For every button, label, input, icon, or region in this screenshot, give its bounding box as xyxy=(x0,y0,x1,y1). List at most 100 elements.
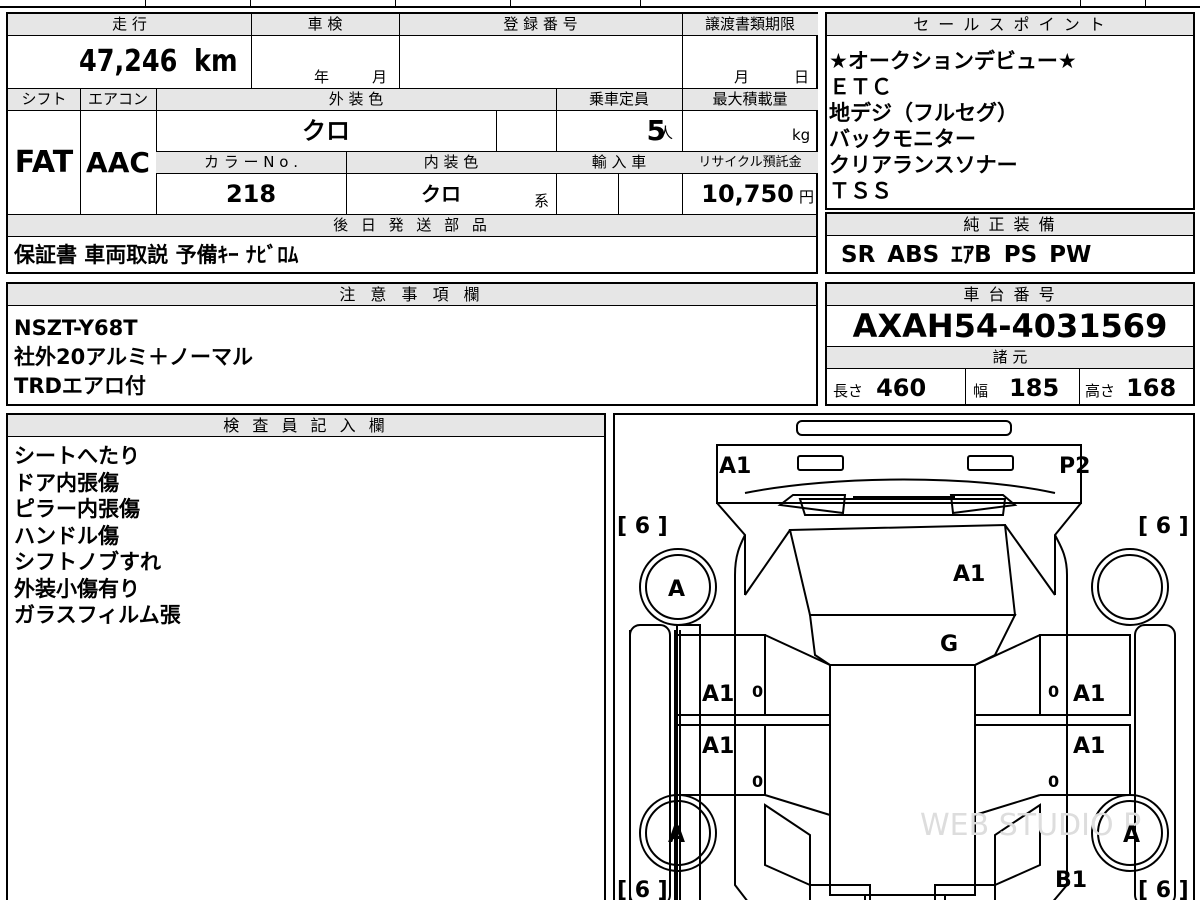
mark-door-rr: A1 xyxy=(1073,734,1105,759)
sales-points-list: ★オークションデビュー★ ＥＴＣ 地デジ（フルセグ） バックモニター クリアラン… xyxy=(829,48,1077,204)
sales-point-item: クリアランスソナー xyxy=(829,153,1018,177)
tire-rr: [ 6 ] xyxy=(1138,878,1189,900)
mileage-value-cell: 47,246 km xyxy=(8,36,251,88)
equipment-value: SR ABS ｴｱB PS PW xyxy=(841,242,1092,268)
vehicle-info-table: 走 行 車 検 登 録 番 号 譲渡書類期限 47,246 km 年 月 月 日… xyxy=(6,12,818,274)
watermark: WEB STUDIO P xyxy=(920,808,1141,843)
inspector-item: シートへたり xyxy=(14,444,140,468)
transfer-deadline-label: 譲渡書類期限 xyxy=(682,14,818,36)
recycle-value: 10,750 xyxy=(701,180,794,208)
capacity-unit: 人 xyxy=(658,124,674,142)
inspector-item: ガラスフィルム張 xyxy=(14,603,181,627)
mark-zero: 0 xyxy=(1048,682,1059,701)
shaken-label: 車 検 xyxy=(251,14,399,36)
capacity-label: 乗車定員 xyxy=(556,89,682,111)
mark-door-fl: A1 xyxy=(702,682,734,707)
mark-hood: A1 xyxy=(953,562,985,587)
chassis-number: AXAH54-4031569 xyxy=(852,307,1168,345)
tire-rl: [ 6 ] xyxy=(617,878,668,900)
recycle-unit: 円 xyxy=(798,188,814,206)
spec-width: 幅 185 xyxy=(973,370,1059,406)
tire-fl: [ 6 ] xyxy=(617,514,668,539)
inspector-item: ピラー内張傷 xyxy=(14,497,140,521)
mark-wheel-rr: A xyxy=(1123,823,1140,848)
equipment-panel: 純 正 装 備 SR ABS ｴｱB PS PW xyxy=(825,212,1195,274)
sales-points-panel: セ ー ル ス ポ イ ン ト ★オークションデビュー★ ＥＴＣ 地デジ（フルセ… xyxy=(825,12,1195,210)
exterior-color-value: クロ xyxy=(302,117,350,145)
inspector-item: ドア内張傷 xyxy=(14,470,119,495)
mark-front-left: A1 xyxy=(719,454,751,479)
transfer-day-unit: 日 xyxy=(794,68,810,86)
spec-width-label: 幅 xyxy=(973,382,989,400)
shaken-month-unit: 月 xyxy=(372,68,388,86)
damage-diagram-panel: WEB STUDIO P A1 P2 A1 G A A A A1 A1 A1 A… xyxy=(613,413,1195,900)
mileage-unit: km xyxy=(193,44,238,79)
capacity-value: 5 xyxy=(646,114,666,147)
transfer-month-unit: 月 xyxy=(734,68,750,86)
max-load-label: 最大積載量 xyxy=(682,89,818,111)
inspector-panel: 検 査 員 記 入 欄 シートへたり ドア内張傷 ピラー内張傷 ハンドル傷 シフ… xyxy=(6,413,606,900)
aircon-value: AAC xyxy=(86,146,150,179)
spec-height: 高さ 168 xyxy=(1085,370,1176,406)
color-no-value: 218 xyxy=(225,180,277,208)
inspector-label: 検 査 員 記 入 欄 xyxy=(8,415,604,437)
note-item: TRDエアロ付 xyxy=(14,374,146,398)
import-label: 輸 入 車 xyxy=(556,152,682,174)
sales-point-item: 地デジ（フルセグ） xyxy=(829,101,1018,125)
recycle-value-cell: 10,750 円 xyxy=(682,175,818,214)
mark-zero: 0 xyxy=(752,682,763,701)
note-item: NSZT-Y68T xyxy=(14,316,138,340)
later-parts-value: 保証書 車両取説 予備ｷｰ ﾅﾋﾞﾛﾑ xyxy=(14,243,299,267)
interior-color-suffix: 系 xyxy=(534,192,550,210)
note-item: 社外20アルミ＋ノーマル xyxy=(14,345,254,369)
mark-door-fr: A1 xyxy=(1073,682,1105,707)
tire-fr: [ 6 ] xyxy=(1138,514,1189,539)
notes-list: NSZT-Y68T 社外20アルミ＋ノーマル TRDエアロ付 xyxy=(14,314,253,401)
mileage-value: 47,246 xyxy=(78,44,178,79)
mark-windshield: G xyxy=(940,632,958,657)
notes-panel: 注 意 事 項 欄 NSZT-Y68T 社外20アルミ＋ノーマル TRDエアロ付 xyxy=(6,282,818,406)
max-load-unit: kg xyxy=(792,126,811,144)
mark-front-right: P2 xyxy=(1059,454,1090,479)
shift-value: FAT xyxy=(14,145,74,180)
spec-length-label: 長さ xyxy=(833,382,864,400)
mark-wheel-fl: A xyxy=(668,577,685,602)
chassis-panel: 車 台 番 号 AXAH54-4031569 諸 元 長さ 460 幅 185 … xyxy=(825,282,1195,406)
exterior-color-label: 外 装 色 xyxy=(156,89,556,111)
inspector-list: シートへたり ドア内張傷 ピラー内張傷 ハンドル傷 シフトノブすれ 外装小傷有り… xyxy=(14,443,181,629)
car-diagram: WEB STUDIO P A1 P2 A1 G A A A A1 A1 A1 A… xyxy=(617,420,1189,900)
sales-point-item: ★オークションデビュー★ xyxy=(829,49,1077,73)
mark-zero: 0 xyxy=(1048,772,1059,791)
mark-wheel-rl: A xyxy=(668,823,685,848)
spec-length: 長さ 460 xyxy=(833,370,926,406)
interior-color-label: 内 装 色 xyxy=(346,152,556,174)
spec-width-value: 185 xyxy=(1009,374,1060,402)
recycle-label: リサイクル預託金 xyxy=(682,152,818,174)
mileage-label: 走 行 xyxy=(8,14,251,36)
mark-zero: 0 xyxy=(752,772,763,791)
sales-point-item: バックモニター xyxy=(829,127,976,151)
aircon-value-cell: AAC xyxy=(80,112,156,214)
shift-label: シフト xyxy=(8,89,80,111)
mark-rear-right: B1 xyxy=(1055,868,1087,893)
specs-label: 諸 元 xyxy=(827,347,1193,369)
sales-points-label: セ ー ル ス ポ イ ン ト xyxy=(827,14,1193,36)
spec-height-value: 168 xyxy=(1126,374,1177,402)
chassis-label: 車 台 番 号 xyxy=(827,284,1193,306)
shift-value-cell: FAT xyxy=(8,112,80,214)
sales-point-item: ＴＳＳ xyxy=(829,179,892,203)
aircon-label: エアコン xyxy=(80,89,156,111)
notes-label: 注 意 事 項 欄 xyxy=(8,284,816,306)
shaken-year-unit: 年 xyxy=(314,68,330,86)
inspector-item: 外装小傷有り xyxy=(14,576,140,601)
registration-label: 登 録 番 号 xyxy=(399,14,682,36)
equipment-label: 純 正 装 備 xyxy=(827,214,1193,236)
inspector-item: ハンドル傷 xyxy=(14,523,119,548)
mark-door-rl: A1 xyxy=(702,734,734,759)
inspector-item: シフトノブすれ xyxy=(14,550,161,574)
later-parts-label: 後 日 発 送 部 品 xyxy=(8,215,816,237)
spec-height-label: 高さ xyxy=(1085,382,1116,400)
interior-color-value: クロ xyxy=(421,182,461,206)
spec-length-value: 460 xyxy=(876,374,927,402)
top-strip xyxy=(0,0,1200,8)
